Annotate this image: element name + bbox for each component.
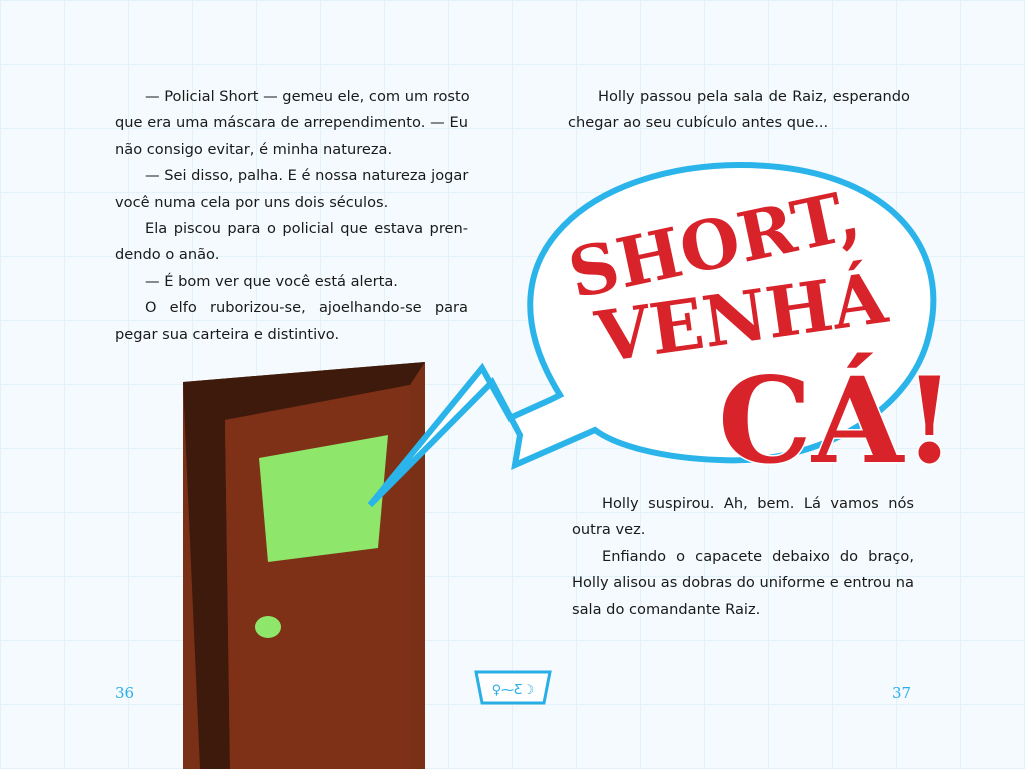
illustration: SHORT, VENHÁ CÁ! ♀⁓Ƹ☽ (183, 161, 957, 769)
page-number-left: 36 (115, 684, 135, 702)
speech-bubble: SHORT, VENHÁ CÁ! (367, 161, 957, 508)
door (183, 362, 425, 769)
shout-line-3: CÁ! (718, 351, 955, 490)
page-number-right: 37 (892, 684, 912, 702)
emblem-glyphs: ♀⁓Ƹ☽ (492, 683, 535, 698)
door-knob (255, 616, 281, 638)
center-emblem: ♀⁓Ƹ☽ (474, 670, 552, 705)
